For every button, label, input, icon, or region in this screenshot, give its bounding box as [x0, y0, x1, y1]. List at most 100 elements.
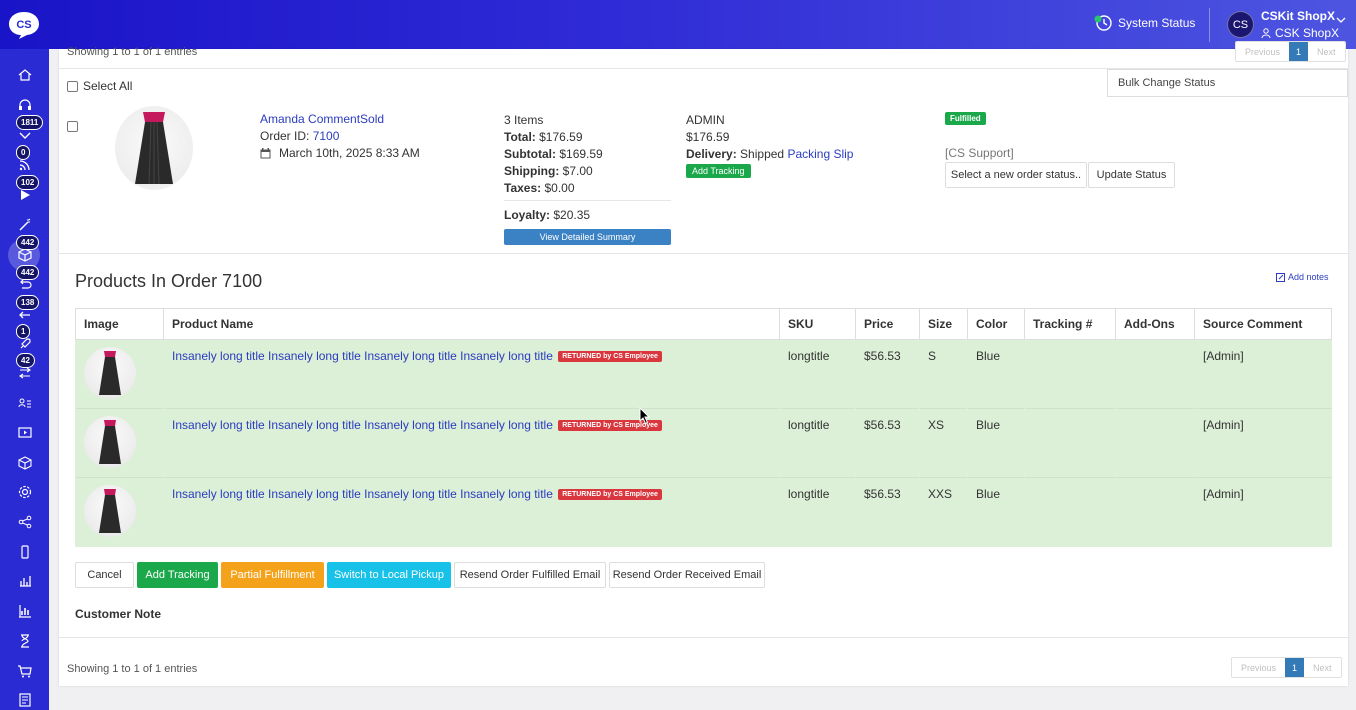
total-value: $176.59	[539, 130, 583, 144]
admin-amount: $176.59	[686, 130, 730, 144]
resend-fulfilled-email-button[interactable]: Resend Order Fulfilled Email	[454, 562, 606, 588]
user-name[interactable]: CSKit ShopX	[1261, 9, 1335, 23]
sidebar: 1811 0 102 442 442 138 1 42	[0, 49, 49, 710]
add-notes-link[interactable]: Add notes	[1276, 272, 1329, 282]
order-checkbox[interactable]	[67, 121, 78, 132]
sidebar-item-play[interactable]: 102	[0, 175, 49, 209]
skirt-image	[99, 489, 121, 533]
order-status-select[interactable]: Select a new order status..	[945, 162, 1087, 188]
pager-prev[interactable]: Previous	[1232, 658, 1286, 677]
header-divider	[1209, 8, 1210, 42]
size-cell: XS	[919, 408, 968, 478]
product-image-cell	[75, 339, 164, 409]
document-icon	[18, 693, 31, 707]
size-cell: XXS	[919, 477, 968, 547]
add-tracking-button[interactable]: Add Tracking	[137, 562, 218, 588]
product-name-link[interactable]: Insanely long title Insanely long title …	[172, 349, 553, 363]
order-id-link[interactable]: 7100	[313, 129, 340, 143]
sidebar-badge: 102	[16, 175, 40, 190]
avatar[interactable]: CS	[1227, 11, 1254, 38]
select-all[interactable]: Select All	[67, 79, 132, 93]
sidebar-item-transfer[interactable]: 42	[0, 353, 49, 387]
add-notes-label: Add notes	[1288, 272, 1329, 282]
cancel-button[interactable]: Cancel	[75, 562, 134, 588]
divider	[59, 253, 1348, 254]
col-color: Color	[967, 308, 1025, 340]
sidebar-item-cube[interactable]	[0, 449, 49, 477]
analytics-icon	[18, 605, 31, 618]
partial-fulfillment-button[interactable]: Partial Fulfillment	[221, 562, 324, 588]
sidebar-item-document[interactable]	[0, 686, 49, 710]
products-table: Image Product Name SKU Price Size Color …	[75, 308, 1332, 547]
headset-icon	[18, 99, 31, 110]
mouse-cursor-icon	[639, 407, 651, 425]
sidebar-item-users-list[interactable]	[0, 389, 49, 417]
order-date-text: March 10th, 2025 8:33 AM	[279, 146, 420, 160]
delivery-label: Delivery:	[686, 147, 737, 161]
sidebar-item-analytics[interactable]	[0, 597, 49, 625]
system-status-link[interactable]: System Status	[1094, 14, 1195, 32]
sidebar-item-settings[interactable]	[0, 478, 49, 506]
product-image[interactable]	[84, 416, 136, 468]
order-product-image[interactable]	[115, 106, 193, 190]
resend-received-email-button[interactable]: Resend Order Received Email	[609, 562, 765, 588]
sku-cell: longtitle	[779, 408, 856, 478]
returned-badge: RETURNED by CS Employee	[558, 489, 662, 501]
customer-name-link[interactable]: Amanda CommentSold	[260, 112, 384, 126]
product-name-link[interactable]: Insanely long title Insanely long title …	[172, 487, 553, 501]
sidebar-item-bar-chart[interactable]	[0, 567, 49, 595]
user-shop[interactable]: CSK ShopX	[1261, 26, 1339, 40]
add-tracking-small-button[interactable]: Add Tracking	[686, 164, 751, 178]
source-comment-cell: [Admin]	[1194, 339, 1332, 409]
product-image-cell	[75, 408, 164, 478]
select-all-checkbox[interactable]	[67, 80, 78, 92]
pager-next[interactable]: Next	[1304, 658, 1341, 677]
sidebar-item-home[interactable]	[0, 61, 49, 89]
product-name-cell: Insanely long title Insanely long title …	[163, 477, 780, 547]
color-cell: Blue	[967, 477, 1025, 547]
pager-page[interactable]: 1	[1289, 42, 1309, 61]
home-icon	[18, 69, 31, 81]
pager-next[interactable]: Next	[1308, 42, 1345, 61]
price-cell: $56.53	[855, 477, 920, 547]
product-image[interactable]	[84, 485, 136, 537]
pager-page[interactable]: 1	[1285, 658, 1305, 677]
hourglass-icon	[20, 634, 29, 648]
pager-prev[interactable]: Previous	[1236, 42, 1290, 61]
chevron-down-icon[interactable]	[1336, 15, 1346, 25]
user-shop-label: CSK ShopX	[1275, 26, 1340, 40]
sidebar-badge: 42	[16, 353, 35, 368]
view-detailed-summary-button[interactable]: View Detailed Summary	[504, 229, 671, 245]
entries-info-top: Showing 1 to 1 of 1 entries	[67, 46, 198, 58]
sku-cell: longtitle	[779, 339, 856, 409]
cs-logo[interactable]: CS	[7, 10, 41, 40]
packing-slip-link[interactable]: Packing Slip	[787, 147, 853, 161]
magic-wand-icon	[19, 218, 30, 231]
sidebar-item-share[interactable]	[0, 508, 49, 536]
col-product-name: Product Name	[163, 308, 780, 340]
sidebar-item-video[interactable]	[0, 419, 49, 447]
product-image[interactable]	[84, 347, 136, 399]
table-row: Insanely long title Insanely long title …	[75, 339, 1332, 409]
bulk-change-status-select[interactable]: Bulk Change Status	[1107, 69, 1348, 97]
orders-panel: Showing 1 to 1 of 1 entries Previous 1 N…	[59, 41, 1348, 686]
loyalty-value: $20.35	[553, 208, 591, 222]
pagination-bottom: Previous 1 Next	[1231, 657, 1342, 678]
product-name-link[interactable]: Insanely long title Insanely long title …	[172, 418, 553, 432]
sidebar-item-cart[interactable]	[0, 657, 49, 685]
customer-note-label: Customer Note	[75, 607, 162, 621]
select-all-label: Select All	[83, 79, 133, 93]
sidebar-item-mobile[interactable]	[0, 538, 49, 566]
loyalty: Loyalty: $20.35	[504, 208, 590, 222]
delivery-value: Shipped	[740, 147, 785, 161]
skirt-image	[99, 420, 121, 464]
table-row: Insanely long title Insanely long title …	[75, 408, 1332, 478]
loyalty-label: Loyalty:	[504, 208, 551, 222]
sidebar-item-hourglass[interactable]	[0, 627, 49, 655]
sidebar-badge: 442	[16, 235, 40, 250]
subtotal-value: $169.59	[559, 147, 603, 161]
sidebar-badge: 138	[16, 295, 40, 310]
local-pickup-button[interactable]: Switch to Local Pickup	[327, 562, 451, 588]
update-status-button[interactable]: Update Status	[1088, 162, 1175, 188]
shipping-label: Shipping:	[504, 164, 560, 178]
